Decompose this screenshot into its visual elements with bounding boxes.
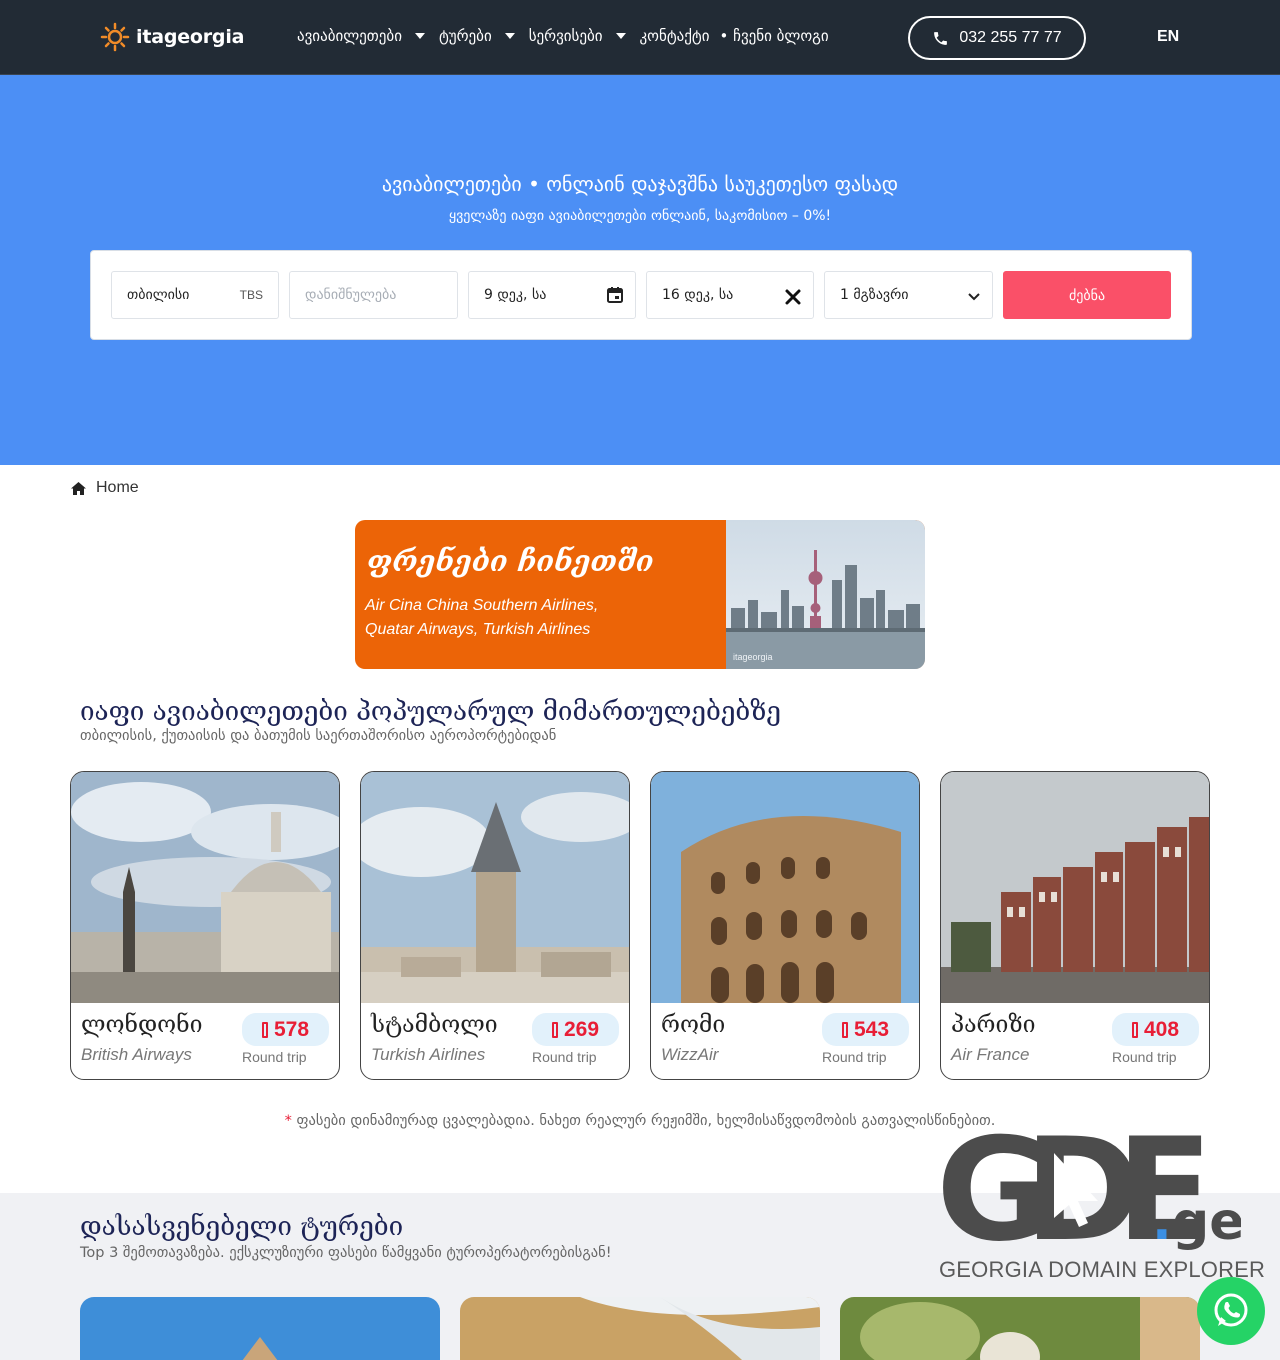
breadcrumb: Home [70,479,139,497]
chevron-down-icon [968,293,980,301]
destination-card-paris[interactable]: პარიზი Air France 408 Round trip [940,771,1210,1080]
phone-icon [934,31,948,45]
card-city: ლონდონი [81,1012,203,1038]
promo-image-watermark: itageorgia [733,652,773,662]
paris-image [941,772,1209,1003]
card-airline: Turkish Airlines [371,1045,486,1064]
chevron-down-icon [504,33,515,39]
dining-image [840,1297,1200,1360]
trip-type: Round trip [532,1049,597,1065]
sun-icon [100,22,130,52]
nav-label-flights: ავიაბილეთები [297,27,402,45]
nav-label-services: სერვისები [528,27,603,45]
cheap-flights-title: იაფი ავიაბილეთები პოპულარულ მიმართულებებ… [80,697,781,727]
main-nav: ავიაბილეთები ტურები სერვისები კონტაქტი •… [297,27,829,45]
tour-card-beach[interactable] [460,1297,820,1360]
close-icon[interactable] [783,287,803,307]
price-value: 408 [1143,1017,1180,1041]
nav-item-flights[interactable]: ავიაბილეთები [297,27,439,45]
nav-item-blog[interactable]: • ჩვენი ბლოგი [720,27,829,45]
passengers-select[interactable]: 1 მგზავრი [824,271,993,319]
departure-date-field[interactable]: 9 დეკ, სა [468,271,636,319]
promo-title: ფრენები ჩინეთში [367,544,654,578]
rome-image [651,772,919,1003]
nav-label-blog: • ჩვენი ბლოგი [719,27,829,45]
disclaimer-star: * [284,1113,292,1129]
tours-title: დასასვენებელი ტურები [80,1212,404,1242]
currency-icon [1131,1021,1138,1038]
card-city: რომი [661,1012,726,1038]
nav-label-tours: ტურები [438,27,492,45]
tour-card-egypt[interactable] [80,1297,440,1360]
price-badge: 408 [1112,1013,1199,1046]
passengers-value: 1 მგზავრი [840,287,909,303]
shanghai-skyline-image: itageorgia [726,520,925,669]
currency-icon [551,1021,558,1038]
card-airline: Air France [951,1045,1030,1064]
language-switch[interactable]: EN [1157,28,1179,46]
hero-title: ავიაბილეთები • ონლაინ დაჯავშნა საუკეთესო… [381,172,899,196]
card-city: პარიზი [951,1012,1036,1038]
destination-card-istanbul[interactable]: სტამბოლი Turkish Airlines 269 Round trip [360,771,630,1080]
price-badge: 578 [242,1013,329,1046]
nav-item-services[interactable]: სერვისები [529,27,640,45]
logo-text: itageorgia [136,26,245,48]
phone-button[interactable]: 032 255 77 77 [908,16,1086,60]
nav-label-contact: კონტაქტი [639,27,710,45]
card-airline: WizzAir [661,1045,719,1064]
origin-field[interactable]: თბილისი TBS [111,271,279,319]
whatsapp-icon [1214,1293,1248,1327]
pyramid-image [80,1297,440,1360]
site-logo[interactable]: itageorgia [100,22,244,52]
london-image [71,772,339,1003]
origin-code: TBS [239,288,263,302]
nav-item-tours[interactable]: ტურები [439,27,529,45]
disclaimer-text: ფასები დინამიურად ცვალებადია. ნახეთ რეალ… [296,1113,996,1129]
cheap-flights-subtitle: თბილისის, ქუთაისის და ბათუმის საერთაშორი… [80,728,557,744]
card-city: სტამბოლი [371,1012,498,1038]
calendar-icon[interactable] [605,285,625,305]
trip-type: Round trip [1112,1049,1177,1065]
return-date-field[interactable]: 16 დეკ, სა [646,271,814,319]
price-badge: 269 [532,1013,619,1046]
tour-card-food[interactable] [840,1297,1200,1360]
tours-subtitle: Top 3 შემოთავაზება. ექსკლუზიური ფასები წ… [80,1245,612,1261]
destination-field[interactable]: დანიშნულება [289,271,458,319]
chevron-down-icon [414,33,425,39]
departure-date-value: 9 დეკ, სა [484,287,547,303]
price-value: 543 [853,1017,890,1041]
price-value: 269 [563,1017,600,1041]
site-header: itageorgia ავიაბილეთები ტურები სერვისები… [0,0,1280,75]
promo-text: Air Cina China Southern Airlines, Quatar… [365,594,665,642]
nav-item-contact[interactable]: კონტაქტი [640,27,710,45]
destination-placeholder: დანიშნულება [305,287,397,303]
return-date-value: 16 დეკ, სა [662,287,734,303]
hero-section: ავიაბილეთები • ონლაინ დაჯავშნა საუკეთესო… [0,75,1280,465]
origin-value: თბილისი [127,287,190,303]
card-airline: British Airways [81,1045,192,1064]
breadcrumb-home-link[interactable]: Home [96,479,139,497]
istanbul-image [361,772,629,1003]
whatsapp-button[interactable] [1197,1277,1265,1345]
promo-airlines-line1: Air Cina China Southern Airlines, [365,597,599,614]
hero-subtitle: ყველაზე იაფი ავიაბილეთები ონლაინ, საკომი… [448,208,832,224]
chevron-down-icon [615,33,626,39]
search-button[interactable]: ძებნა [1003,271,1171,319]
destination-card-london[interactable]: ლონდონი British Airways 578 Round trip [70,771,340,1080]
home-icon [71,481,86,495]
promo-airlines-line2: Quatar Airways, Turkish Airlines [365,621,591,638]
trip-type: Round trip [242,1049,307,1065]
flight-search-form: თბილისი TBS დანიშნულება 9 დეკ, სა 16 დეკ… [90,250,1192,340]
watermark-ge: ge [1172,1192,1241,1252]
price-badge: 543 [822,1013,909,1046]
destination-card-rome[interactable]: რომი WizzAir 543 Round trip [650,771,920,1080]
currency-icon [261,1021,268,1038]
trip-type: Round trip [822,1049,887,1065]
phone-number: 032 255 77 77 [959,29,1062,46]
price-value: 578 [273,1017,310,1041]
china-flights-banner[interactable]: ფრენები ჩინეთში Air Cina China Southern … [355,520,925,669]
currency-icon [841,1021,848,1038]
beach-image [460,1297,820,1360]
watermark-dot: . [1152,1192,1172,1252]
